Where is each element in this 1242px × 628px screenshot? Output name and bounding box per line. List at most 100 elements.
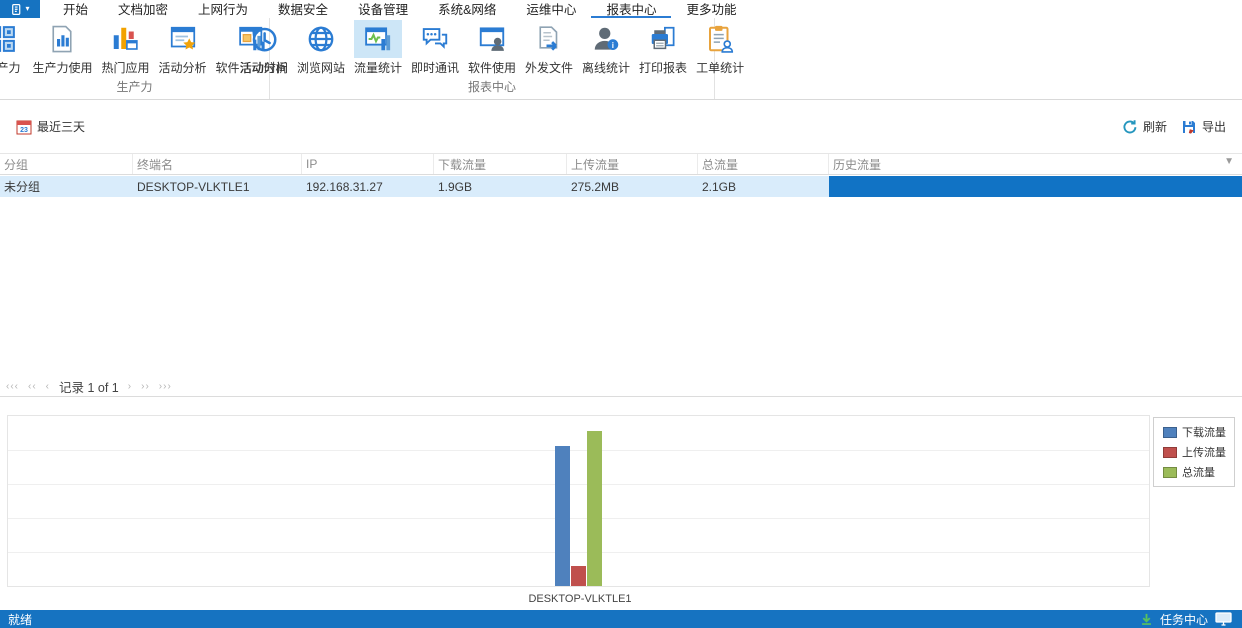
legend-swatch bbox=[1163, 446, 1177, 458]
column-header-terminal[interactable]: 终端名 bbox=[133, 154, 302, 174]
ribbon-button-browsed-websites[interactable]: 浏览网站 bbox=[293, 20, 349, 76]
ribbon-group-report-center: 活动时间 浏览网站 流量统计 即时通讯 软件使用 外发文件 i 离线统计 打印报… bbox=[240, 18, 744, 99]
ribbon-group-productivity: 生产力 生产力使用 热门应用 活动分析 软件活动分析 bbox=[0, 18, 288, 99]
legend-item-upload: 上传流量 bbox=[1163, 444, 1226, 460]
ribbon-button-productivity-usage[interactable]: 生产力使用 bbox=[28, 20, 96, 76]
fast-next-page-button[interactable]: ›› bbox=[141, 381, 150, 392]
app-menu-button[interactable]: ▾ bbox=[0, 0, 40, 18]
chat-bubbles-icon bbox=[422, 28, 448, 49]
history-traffic-bar bbox=[829, 176, 1242, 197]
tab-ops-center[interactable]: 运维中心 bbox=[511, 0, 591, 18]
cell-upload: 275.2MB bbox=[571, 179, 620, 194]
status-ready-label: 就绪 bbox=[8, 612, 33, 627]
tab-data-security[interactable]: 数据安全 bbox=[263, 0, 343, 18]
grid-tiles-icon bbox=[0, 26, 16, 52]
app-menu-icon bbox=[12, 3, 21, 15]
tab-web-behavior[interactable]: 上网行为 bbox=[183, 0, 263, 18]
prev-page-button[interactable]: ‹ bbox=[46, 381, 50, 392]
history-clock-icon bbox=[252, 27, 277, 52]
column-header-history[interactable]: 历史流量 ▼ bbox=[829, 154, 1242, 174]
cell-ip: 192.168.31.27 bbox=[306, 179, 383, 194]
pagination-bar: ‹‹‹ ‹‹ ‹ 记录 1 of 1 › ›› ››› bbox=[0, 376, 1242, 397]
tab-device-management[interactable]: 设备管理 bbox=[343, 0, 423, 18]
cell-history bbox=[829, 176, 1242, 197]
cell-group: 未分组 bbox=[4, 180, 41, 194]
ribbon-button-productivity[interactable]: 生产力 bbox=[0, 20, 27, 76]
date-range-filter-button[interactable]: 23 最近三天 bbox=[16, 118, 85, 135]
record-count-label: 记录 1 of 1 bbox=[59, 380, 119, 395]
column-options-caret-icon[interactable]: ▼ bbox=[1224, 156, 1234, 167]
ribbon-button-outgoing-files[interactable]: 外发文件 bbox=[521, 20, 577, 76]
app-window: ▾ 开始 文档加密 上网行为 数据安全 设备管理 系统&网络 运维中心 报表中心… bbox=[0, 0, 1242, 628]
svg-text:i: i bbox=[612, 41, 614, 50]
ribbon-button-active-time[interactable]: 活动时间 bbox=[236, 20, 292, 76]
ribbon-button-print-reports[interactable]: 打印报表 bbox=[635, 20, 691, 76]
cell-total: 2.1GB bbox=[702, 179, 737, 194]
tab-start[interactable]: 开始 bbox=[48, 0, 103, 18]
ribbon-button-activity-analysis[interactable]: 活动分析 bbox=[155, 20, 211, 76]
chart-plot bbox=[7, 415, 1150, 587]
tab-system-network[interactable]: 系统&网络 bbox=[423, 0, 511, 18]
traffic-chart-icon bbox=[365, 27, 391, 51]
legend-swatch bbox=[1163, 426, 1177, 438]
legend-item-total: 总流量 bbox=[1163, 464, 1226, 480]
chart-bar-1 bbox=[570, 565, 586, 586]
ribbon-group-label-productivity: 生产力 bbox=[116, 80, 153, 94]
ribbon-button-traffic-stats[interactable]: 流量统计 bbox=[350, 20, 406, 76]
table-header: 分组 终端名 IP 下载流量 上传流量 总流量 历史流量 ▼ bbox=[0, 153, 1242, 175]
chart-bar-2 bbox=[586, 430, 602, 586]
tab-strip: 开始 文档加密 上网行为 数据安全 设备管理 系统&网络 运维中心 报表中心 更… bbox=[48, 0, 751, 18]
last-page-button[interactable]: ››› bbox=[159, 381, 172, 392]
ribbon: 生产力 生产力使用 热门应用 活动分析 软件活动分析 bbox=[0, 18, 1242, 100]
document-bar-chart-icon bbox=[52, 25, 73, 53]
ribbon-button-software-usage[interactable]: 软件使用 bbox=[464, 20, 520, 76]
report-toolbar: 23 最近三天 刷新 导出 bbox=[0, 101, 1242, 152]
tab-doc-encryption[interactable]: 文档加密 bbox=[103, 0, 183, 18]
bar-group bbox=[554, 416, 602, 586]
ribbon-button-instant-messaging[interactable]: 即时通讯 bbox=[407, 20, 463, 76]
user-info-icon: i bbox=[594, 27, 619, 50]
next-page-button[interactable]: › bbox=[128, 381, 132, 392]
globe-icon bbox=[308, 26, 334, 52]
chart-category-label: DESKTOP-VLKTLE1 bbox=[528, 593, 632, 605]
tab-report-center[interactable]: 报表中心 bbox=[591, 0, 672, 18]
column-header-ip[interactable]: IP bbox=[302, 154, 434, 174]
date-range-label: 最近三天 bbox=[37, 120, 86, 134]
download-arrow-icon bbox=[1142, 613, 1151, 625]
tab-more-features[interactable]: 更多功能 bbox=[671, 0, 751, 18]
window-user-icon bbox=[479, 27, 505, 51]
export-save-icon bbox=[1182, 120, 1195, 134]
ribbon-button-offline-stats[interactable]: i 离线统计 bbox=[578, 20, 634, 76]
cell-download: 1.9GB bbox=[438, 179, 473, 194]
export-button[interactable]: 导出 bbox=[1181, 118, 1226, 135]
refresh-icon bbox=[1123, 119, 1137, 133]
svg-text:23: 23 bbox=[20, 127, 28, 134]
column-header-upload[interactable]: 上传流量 bbox=[567, 154, 698, 174]
fast-prev-page-button[interactable]: ‹‹ bbox=[28, 381, 37, 392]
refresh-label: 刷新 bbox=[1142, 120, 1167, 134]
monitor-icon[interactable] bbox=[1215, 612, 1232, 626]
ribbon-tab-bar: ▾ 开始 文档加密 上网行为 数据安全 设备管理 系统&网络 运维中心 报表中心… bbox=[0, 0, 1242, 18]
document-export-arrow-icon bbox=[539, 26, 558, 51]
calendar-icon: 23 bbox=[16, 120, 32, 134]
export-label: 导出 bbox=[1201, 120, 1226, 134]
table-row[interactable]: 未分组 DESKTOP-VLKTLE1 192.168.31.27 1.9GB … bbox=[0, 176, 1242, 197]
colored-bars-icon bbox=[114, 27, 139, 50]
window-star-icon bbox=[170, 26, 195, 50]
app-menu-caret-icon: ▾ bbox=[25, 4, 30, 13]
column-header-total[interactable]: 总流量 bbox=[698, 154, 829, 174]
printer-icon bbox=[651, 26, 675, 50]
task-center-button[interactable]: 任务中心 bbox=[1160, 611, 1208, 628]
cell-terminal: DESKTOP-VLKTLE1 bbox=[137, 179, 250, 194]
first-page-button[interactable]: ‹‹‹ bbox=[6, 381, 19, 392]
status-bar: 就绪 任务中心 bbox=[0, 610, 1242, 628]
chart-bar-0 bbox=[554, 445, 570, 586]
column-header-group[interactable]: 分组 bbox=[0, 154, 133, 174]
ribbon-button-work-order-stats[interactable]: 工单统计 bbox=[692, 20, 748, 76]
ribbon-button-hot-apps[interactable]: 热门应用 bbox=[97, 20, 153, 76]
chart-legend: 下载流量 上传流量 总流量 bbox=[1153, 417, 1235, 487]
refresh-button[interactable]: 刷新 bbox=[1122, 118, 1167, 135]
clipboard-user-icon bbox=[709, 25, 734, 53]
legend-swatch bbox=[1163, 466, 1177, 478]
column-header-download[interactable]: 下载流量 bbox=[434, 154, 567, 174]
